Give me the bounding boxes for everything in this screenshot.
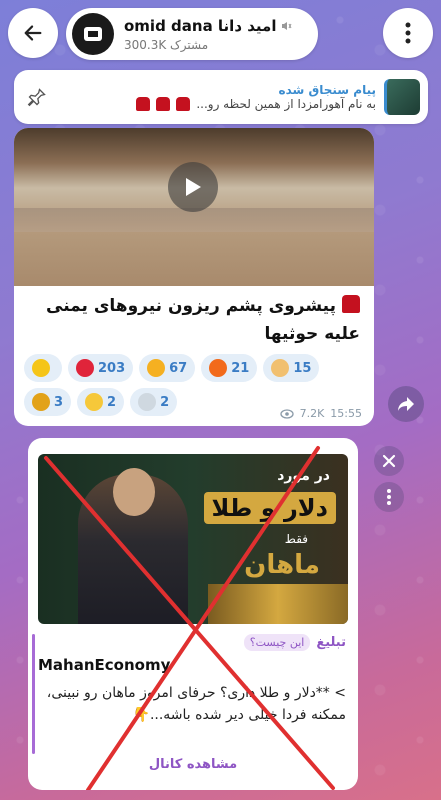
heart-icon — [76, 359, 94, 377]
pinned-title: پیام سنجاق شده — [278, 83, 376, 97]
menu-button[interactable] — [383, 8, 433, 58]
message-text: پیشروی پشم ریزون نیروهای یمنی علیه حوثیه… — [46, 296, 360, 344]
more-vertical-icon — [387, 489, 391, 505]
siren-icon — [136, 97, 151, 111]
star-icon — [32, 359, 50, 377]
more-vertical-icon — [405, 22, 411, 44]
share-arrow-icon — [398, 397, 414, 411]
reaction-starstruck[interactable]: 67 — [139, 354, 196, 382]
pinned-preview: به نام آهورامزدا از همین لحظه رو... — [196, 97, 376, 111]
reaction-heart[interactable]: 203 — [68, 354, 134, 382]
play-icon — [186, 178, 201, 196]
message-time: 15:55 — [330, 407, 362, 420]
back-arrow-icon — [24, 25, 42, 41]
gold-bars — [208, 584, 348, 624]
play-button[interactable] — [168, 162, 218, 212]
dove-icon — [138, 393, 157, 411]
grin-icon — [85, 393, 104, 411]
view-count: 7.2K — [299, 407, 325, 420]
reaction-trophy[interactable]: 3 — [24, 388, 72, 416]
close-ad-button[interactable] — [374, 446, 404, 476]
trophy-icon — [32, 393, 50, 411]
forward-button[interactable] — [388, 386, 424, 422]
reaction-fire[interactable]: 21 — [201, 354, 258, 382]
ad-label: تبلیغ — [316, 635, 346, 650]
ad-channel-name[interactable]: MahanEconomy — [38, 656, 170, 674]
fire-icon — [209, 359, 228, 377]
siren-icon — [342, 295, 360, 313]
subscriber-count: 300.3K مشترک — [124, 37, 209, 52]
view-channel-button[interactable]: مشاهده کانال — [28, 757, 358, 772]
pinned-thumbnail — [384, 79, 420, 115]
ad-body: > **دلار و طلا داری؟ حرفای امروز ماهان ر… — [46, 685, 346, 723]
logo-icon — [84, 27, 102, 41]
muted-icon — [282, 21, 292, 30]
pinned-message-bar[interactable]: پیام سنجاق شده به نام آهورامزدا از همین … — [14, 70, 428, 124]
sponsored-message[interactable]: در مورد دلار و طلا فقط ماهان تبلیغ این چ… — [28, 438, 358, 790]
pin-icon — [27, 88, 46, 107]
channel-header[interactable]: omid dana امید دانا 300.3K مشترک — [66, 8, 318, 60]
reaction-dove[interactable]: 2 — [130, 388, 178, 416]
unpin-button[interactable] — [22, 82, 52, 112]
channel-avatar[interactable] — [72, 13, 114, 55]
message-bubble[interactable]: پیشروی پشم ریزون نیروهای یمنی علیه حوثیه… — [14, 128, 374, 426]
ad-menu-button[interactable] — [374, 482, 404, 512]
back-button[interactable] — [8, 8, 58, 58]
what-is-this-button[interactable]: این چیست؟ — [243, 634, 311, 651]
reaction-star[interactable] — [24, 354, 62, 382]
siren-icon — [176, 97, 191, 111]
reaction-clap[interactable]: 15 — [263, 354, 320, 382]
starstruck-icon — [147, 359, 166, 377]
eye-icon — [279, 408, 294, 419]
ad-image[interactable]: در مورد دلار و طلا فقط ماهان — [38, 454, 348, 624]
message-meta: 7.2K 15:55 — [279, 407, 362, 420]
channel-name: omid dana امید دانا — [124, 16, 277, 35]
close-icon — [382, 454, 396, 468]
clap-icon — [271, 359, 290, 377]
reaction-grin[interactable]: 2 — [77, 388, 125, 416]
video-preview[interactable] — [14, 128, 374, 286]
siren-icon — [156, 97, 171, 111]
